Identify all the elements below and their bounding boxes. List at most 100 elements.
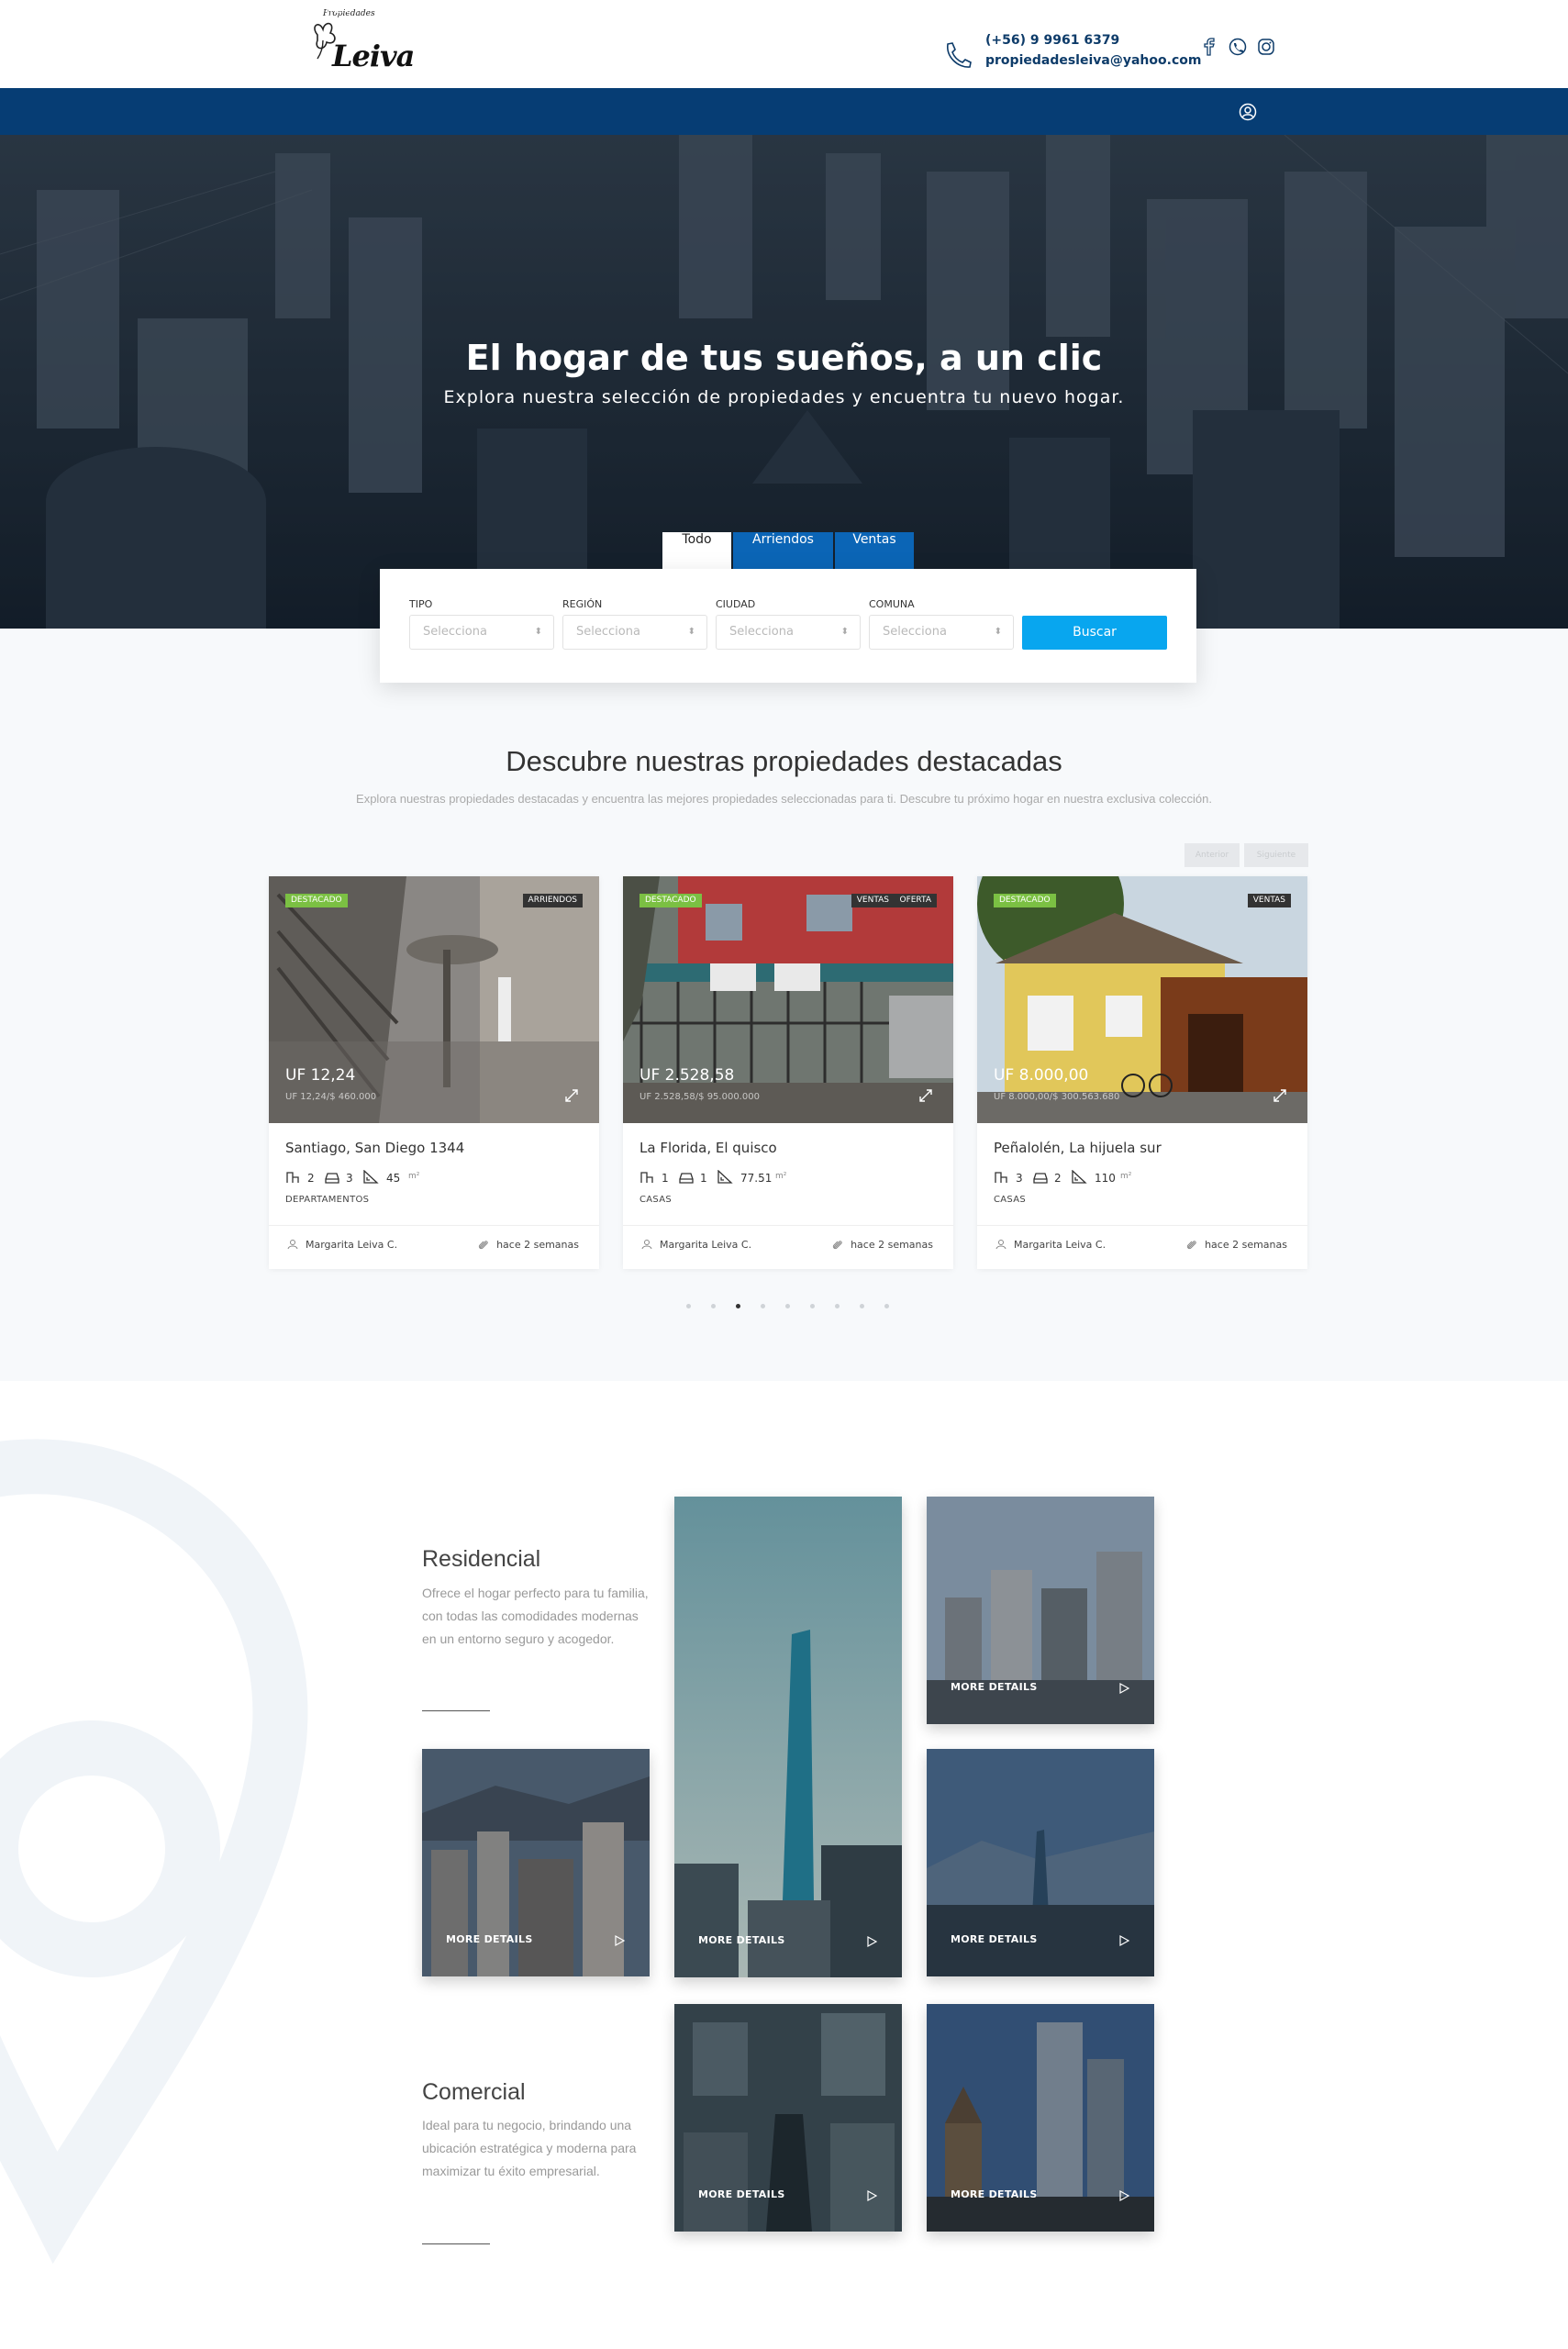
ciudad-select-value: Selecciona <box>729 625 794 639</box>
more-details-label: MORE DETAILS <box>951 1933 1038 1945</box>
agent-name[interactable]: Margarita Leiva C. <box>1014 1239 1106 1251</box>
facebook-icon[interactable] <box>1199 37 1219 57</box>
type-badge: VENTAS <box>1247 894 1291 907</box>
property-category: CASAS <box>639 1195 673 1205</box>
balcony-photo <box>269 876 599 1123</box>
featured-badge: DESTACADO <box>994 894 1056 907</box>
comuna-select-value: Selecciona <box>883 625 947 639</box>
agent-name[interactable]: Margarita Leiva C. <box>660 1239 751 1251</box>
nav-item-contacto[interactable]: Contacto <box>578 0 670 47</box>
area-unit: m² <box>1120 1172 1132 1181</box>
card-divider <box>623 1225 953 1226</box>
tab-todo[interactable]: Todo <box>662 532 731 569</box>
tab-arriendos[interactable]: Arriendos <box>733 532 833 569</box>
price-detail: UF 8.000,00/$ 300.563.680 <box>994 1092 1120 1102</box>
play-icon <box>1119 1934 1130 1947</box>
residencial-title: Residencial <box>422 1546 541 1572</box>
expand-icon[interactable] <box>1273 1088 1287 1103</box>
whatsapp-icon[interactable] <box>1228 37 1248 57</box>
property-address[interactable]: Santiago, San Diego 1344 <box>285 1140 464 1156</box>
category-tile[interactable]: MORE DETAILS <box>927 1497 1154 1724</box>
posted-time: hace 2 semanas <box>1205 1239 1287 1251</box>
carousel-dot[interactable] <box>835 1304 840 1308</box>
select-arrows-icon: ⬍ <box>534 627 542 637</box>
email-link[interactable]: propiedadesleiva@yahoo.com <box>985 53 1201 68</box>
carousel-dot[interactable] <box>761 1304 765 1308</box>
baths-count: 2 <box>1054 1172 1062 1185</box>
property-photo[interactable]: DESTACADO VENTAS UF 8.000,00 UF 8.000,00… <box>977 876 1307 1123</box>
category-tile[interactable]: MORE DETAILS <box>927 2004 1154 2232</box>
region-select-value: Selecciona <box>576 625 640 639</box>
select-arrows-icon: ⬍ <box>994 627 1002 637</box>
baths-count: 3 <box>346 1172 353 1185</box>
card-divider <box>269 1225 599 1226</box>
card-divider <box>977 1225 1307 1226</box>
bed-icon <box>640 1172 653 1183</box>
area-icon <box>363 1170 379 1184</box>
price: UF 8.000,00 <box>994 1066 1089 1085</box>
property-photo[interactable]: DESTACADO ARRIENDOS UF 12,24 UF 12,24/$ … <box>269 876 599 1123</box>
region-select[interactable]: Selecciona ⬍ <box>562 615 707 650</box>
beds-count: 3 <box>1016 1172 1023 1185</box>
carousel-dot-active[interactable] <box>736 1304 740 1308</box>
property-address[interactable]: Peñalolén, La hijuela sur <box>994 1140 1162 1156</box>
select-arrows-icon: ⬍ <box>687 627 695 637</box>
comuna-select[interactable]: Selecciona ⬍ <box>869 615 1014 650</box>
category-tile[interactable]: MORE DETAILS <box>674 2004 902 2232</box>
property-address[interactable]: La Florida, El quisco <box>639 1140 777 1156</box>
user-circle-icon[interactable] <box>1239 103 1257 121</box>
car-icon <box>1033 1173 1048 1184</box>
more-details-label: MORE DETAILS <box>951 2188 1038 2200</box>
property-photo[interactable]: DESTACADO VENTAS OFERTA UF 2.528,58 UF 2… <box>623 876 953 1123</box>
offer-badge: OFERTA <box>894 894 937 907</box>
comercial-title: Comercial <box>422 2079 526 2105</box>
ciudad-select[interactable]: Selecciona ⬍ <box>716 615 861 650</box>
featured-badge: DESTACADO <box>639 894 702 907</box>
select-arrows-icon: ⬍ <box>840 627 849 637</box>
user-icon <box>995 1240 1006 1250</box>
yellow-house-photo <box>977 876 1307 1123</box>
property-category: DEPARTAMENTOS <box>285 1195 370 1205</box>
tab-ventas[interactable]: Ventas <box>835 532 914 569</box>
property-card[interactable]: DESTACADO VENTAS UF 8.000,00 UF 8.000,00… <box>977 876 1307 1269</box>
category-tile[interactable]: MORE DETAILS <box>927 1749 1154 1976</box>
expand-icon[interactable] <box>564 1088 579 1103</box>
property-card[interactable]: DESTACADO VENTAS OFERTA UF 2.528,58 UF 2… <box>623 876 953 1269</box>
carousel-dot[interactable] <box>785 1304 790 1308</box>
carousel-prev-button[interactable]: Anterior <box>1184 843 1240 867</box>
posted-time: hace 2 semanas <box>851 1239 933 1251</box>
paperclip-icon <box>478 1241 488 1250</box>
area-value: 110 <box>1095 1172 1116 1185</box>
comercial-description: Ideal para tu negocio, brindando una ubi… <box>422 2118 637 2178</box>
type-badge: ARRIENDOS <box>522 894 583 907</box>
carousel-dot[interactable] <box>810 1304 815 1308</box>
tipo-select[interactable]: Selecciona ⬍ <box>409 615 554 650</box>
carousel-dot[interactable] <box>860 1304 864 1308</box>
play-icon <box>615 1934 626 1947</box>
price-detail: UF 12,24/$ 460.000 <box>285 1092 377 1102</box>
nav-item-propiedades[interactable]: Propiedades <box>368 0 481 47</box>
bed-icon <box>286 1172 299 1183</box>
residencial-description: Ofrece el hogar perfecto para tu familia… <box>422 1586 649 1646</box>
phone-number[interactable]: (+56) 9 9961 6379 <box>985 33 1119 48</box>
hero-title: El hogar de tus sueños, a un clic <box>465 338 1103 378</box>
beds-count: 1 <box>662 1172 669 1185</box>
carousel-dot[interactable] <box>884 1304 889 1308</box>
nav-item-empresa[interactable]: Empresa <box>487 0 576 47</box>
carousel-next-button[interactable]: Siguiente <box>1244 843 1308 867</box>
carousel-dot[interactable] <box>711 1304 716 1308</box>
search-button[interactable]: Buscar <box>1022 616 1167 650</box>
nav-item-inicio[interactable]: Inicio <box>302 0 367 47</box>
carousel-dot[interactable] <box>686 1304 691 1308</box>
comercial-underline <box>422 2243 490 2244</box>
area-icon <box>717 1170 733 1184</box>
property-card[interactable]: DESTACADO ARRIENDOS UF 12,24 UF 12,24/$ … <box>269 876 599 1269</box>
house-with-gate-photo <box>623 876 953 1123</box>
category-tile[interactable]: MORE DETAILS <box>674 1497 902 1977</box>
agent-name[interactable]: Margarita Leiva C. <box>306 1239 397 1251</box>
instagram-icon[interactable] <box>1256 37 1276 57</box>
area-value: 77.51 <box>740 1172 773 1185</box>
category-tile[interactable]: MORE DETAILS <box>422 1749 650 1976</box>
region-label: REGIÓN <box>562 598 603 610</box>
expand-icon[interactable] <box>918 1088 933 1103</box>
